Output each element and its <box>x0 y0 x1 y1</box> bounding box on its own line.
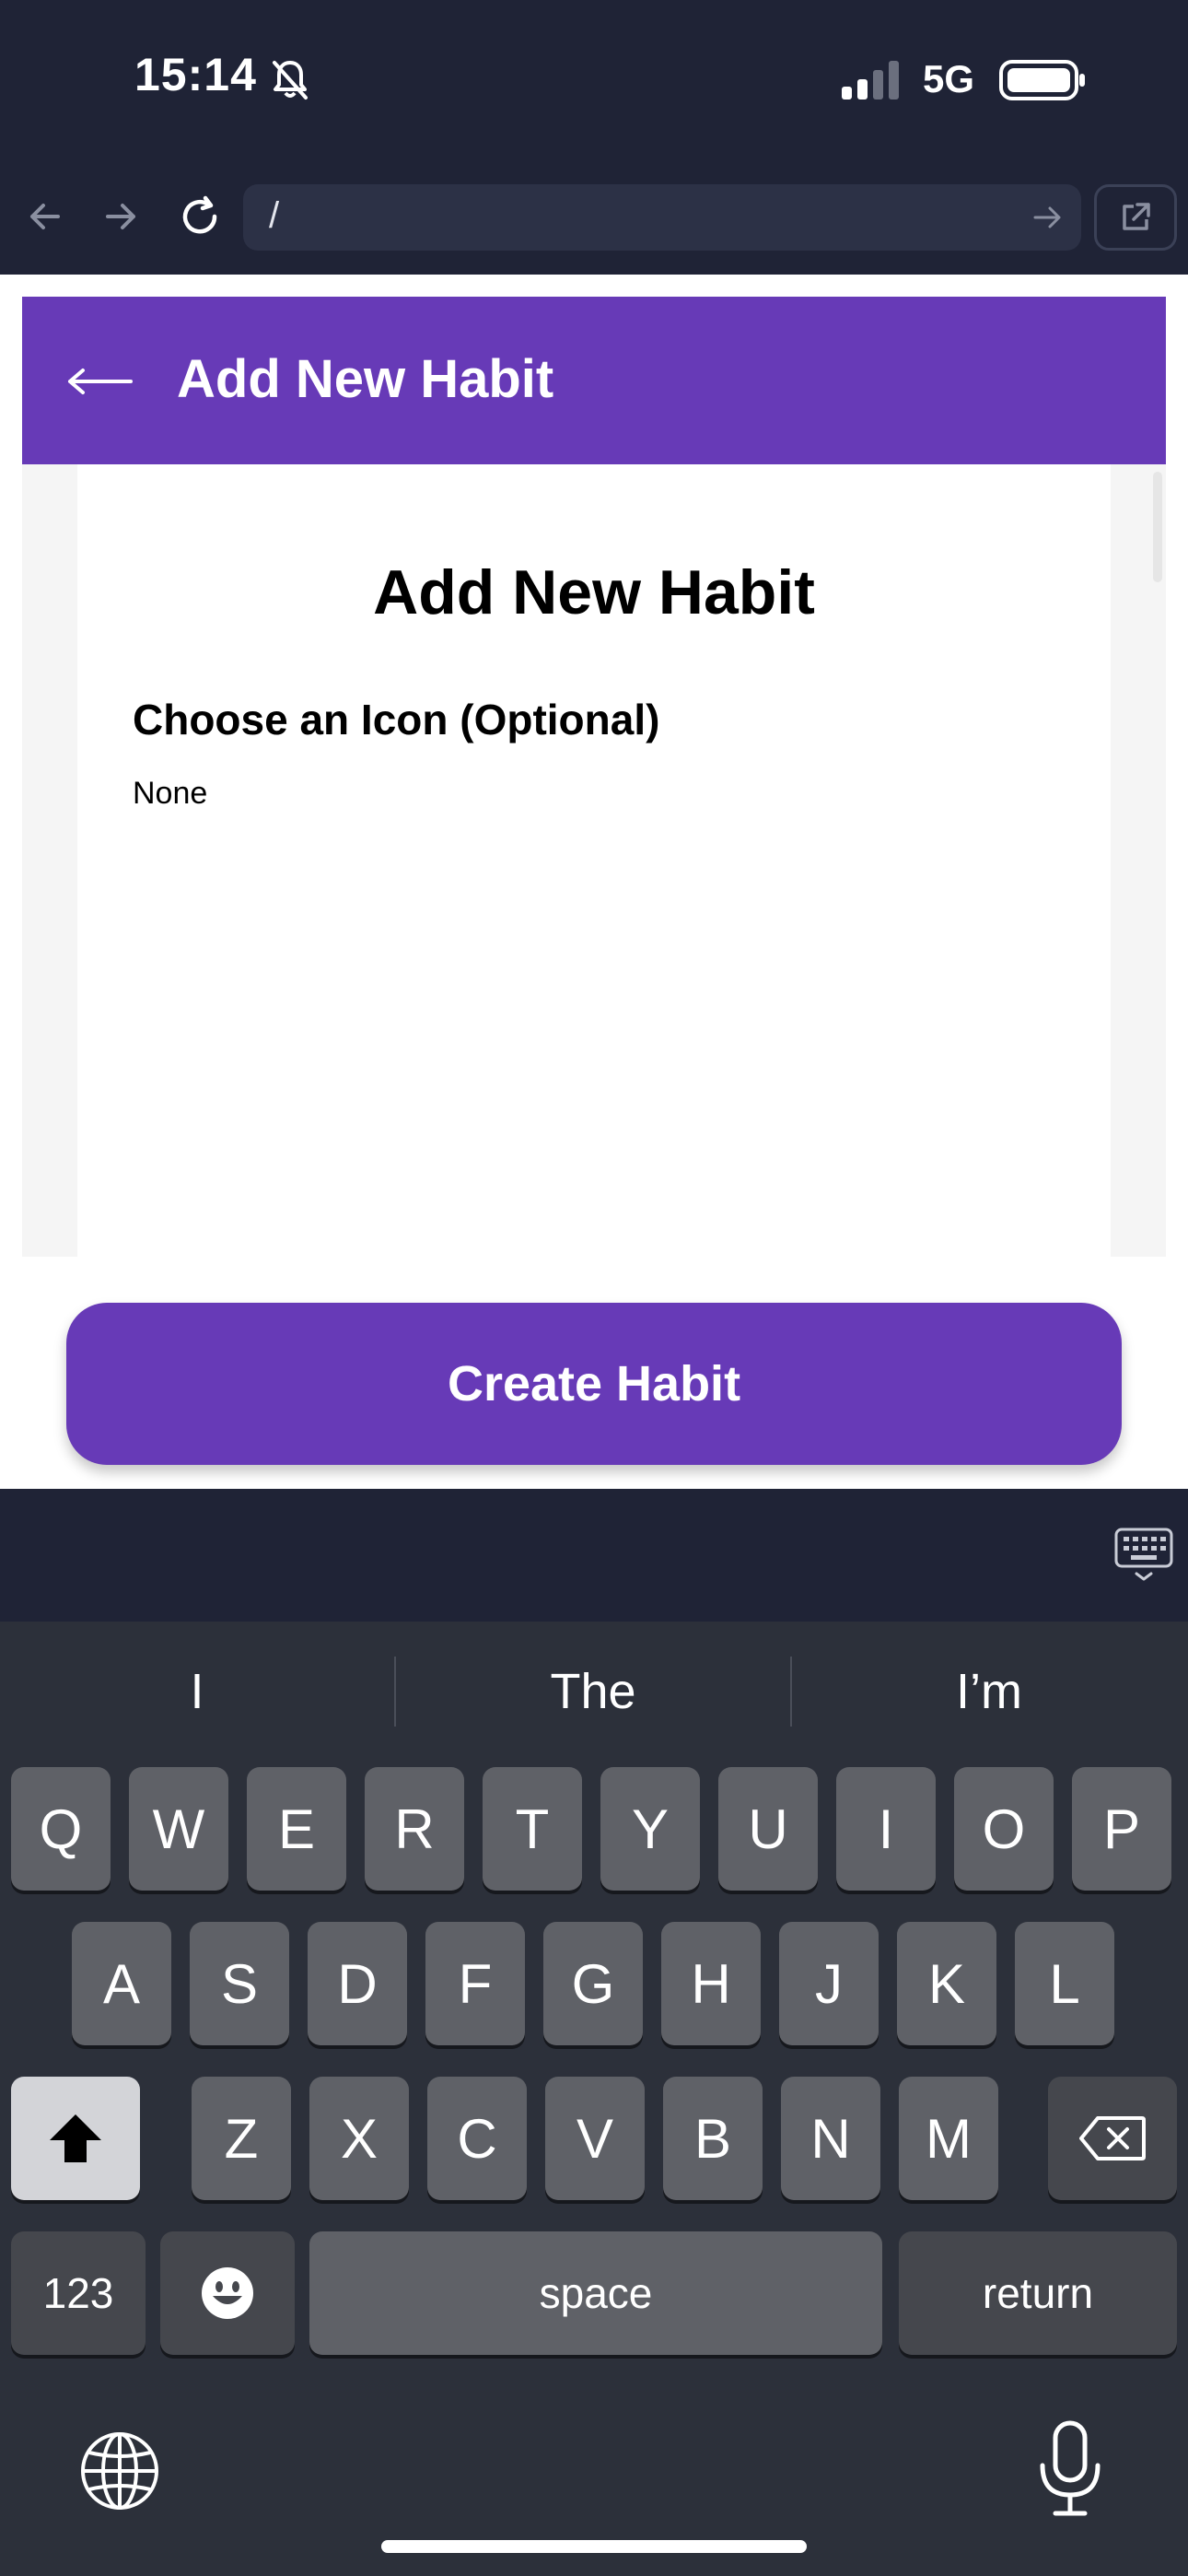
delete-icon <box>1079 2116 1146 2160</box>
key-d[interactable]: D <box>308 1922 407 2045</box>
key-p[interactable]: P <box>1072 1767 1171 1891</box>
emoji-icon <box>202 2267 253 2319</box>
battery-icon <box>998 59 1087 101</box>
key-y[interactable]: Y <box>600 1767 700 1891</box>
key-q[interactable]: Q <box>11 1767 111 1891</box>
key-o[interactable]: O <box>954 1767 1054 1891</box>
browser-back-button[interactable] <box>13 184 77 249</box>
form-card: Add New Habit Choose an Icon (Optional) … <box>77 464 1111 1257</box>
header-back-button[interactable] <box>61 343 138 420</box>
key-l[interactable]: L <box>1015 1922 1114 2045</box>
browser-reload-button[interactable] <box>168 184 232 249</box>
back-arrow-icon <box>30 204 60 229</box>
key-i[interactable]: I <box>836 1767 936 1891</box>
key-j[interactable]: J <box>779 1922 879 2045</box>
suggestion-3[interactable]: I’m <box>792 1655 1186 1728</box>
bell-slash-icon <box>267 57 313 103</box>
icon-section-heading: Choose an Icon (Optional) <box>133 696 660 744</box>
go-arrow-icon[interactable] <box>1031 201 1065 234</box>
status-time: 15:14 <box>134 49 257 100</box>
microphone-icon[interactable] <box>1033 2419 1107 2521</box>
key-c[interactable]: C <box>427 2077 527 2200</box>
shift-icon <box>50 2114 101 2162</box>
network-type: 5G <box>923 57 975 100</box>
return-key[interactable]: return <box>899 2231 1177 2355</box>
scrollbar[interactable] <box>1153 472 1162 582</box>
key-u[interactable]: U <box>718 1767 818 1891</box>
key-b[interactable]: B <box>663 2077 763 2200</box>
numbers-key[interactable]: 123 <box>11 2231 146 2355</box>
key-t[interactable]: T <box>483 1767 582 1891</box>
key-r[interactable]: R <box>365 1767 464 1891</box>
home-indicator[interactable] <box>381 2540 807 2553</box>
shift-key[interactable] <box>11 2077 140 2200</box>
key-g[interactable]: G <box>543 1922 643 2045</box>
browser-forward-button[interactable] <box>88 184 153 249</box>
key-n[interactable]: N <box>781 2077 880 2200</box>
key-k[interactable]: K <box>897 1922 996 2045</box>
suggestion-1[interactable]: I <box>0 1655 394 1728</box>
key-a[interactable]: A <box>72 1922 171 2045</box>
key-m[interactable]: M <box>899 2077 998 2200</box>
key-v[interactable]: V <box>545 2077 645 2200</box>
key-x[interactable]: X <box>309 2077 409 2200</box>
key-h[interactable]: H <box>661 1922 761 2045</box>
forward-arrow-icon <box>106 204 135 229</box>
suggestion-2[interactable]: The <box>396 1655 790 1728</box>
signal-icon <box>840 61 904 100</box>
delete-key[interactable] <box>1048 2077 1177 2200</box>
header-title: Add New Habit <box>177 349 554 409</box>
keyboard-dismiss-icon[interactable] <box>1111 1526 1177 1585</box>
key-z[interactable]: Z <box>192 2077 291 2200</box>
emoji-key[interactable] <box>160 2231 295 2355</box>
open-external-button[interactable] <box>1094 184 1177 251</box>
reload-icon <box>182 195 217 234</box>
space-key[interactable]: space <box>309 2231 882 2355</box>
url-bar[interactable]: / <box>243 184 1081 251</box>
external-link-icon <box>1123 203 1150 230</box>
key-w[interactable]: W <box>129 1767 228 1891</box>
form-title: Add New Habit <box>373 557 815 627</box>
key-f[interactable]: F <box>425 1922 525 2045</box>
key-s[interactable]: S <box>190 1922 289 2045</box>
icon-selection-value[interactable]: None <box>133 776 207 812</box>
create-habit-button[interactable]: Create Habit <box>66 1303 1122 1465</box>
left-arrow-icon <box>68 369 133 394</box>
url-text: / <box>269 195 280 236</box>
key-e[interactable]: E <box>247 1767 346 1891</box>
keyboard-accessory-bar <box>0 1489 1188 1622</box>
globe-icon[interactable] <box>76 2427 164 2515</box>
